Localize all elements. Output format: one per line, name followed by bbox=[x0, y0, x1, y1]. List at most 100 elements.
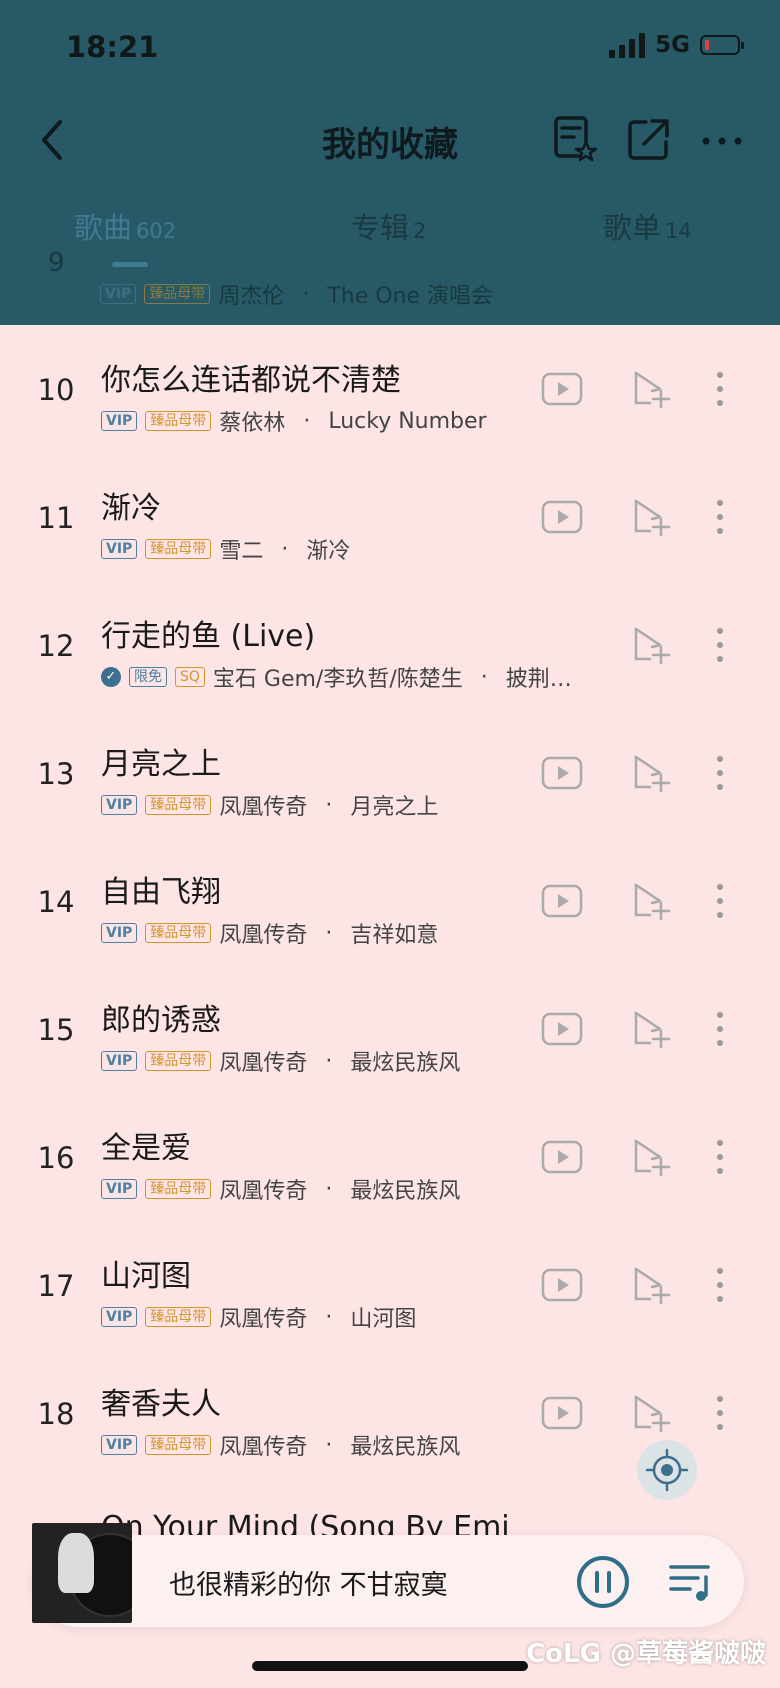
home-indicator[interactable] bbox=[252, 1661, 528, 1671]
sq-badge: SQ bbox=[175, 667, 205, 687]
song-meta: VIP 臻品母带 蔡依林 · Lucky Number bbox=[101, 405, 487, 437]
master-badge: 臻品母带 bbox=[145, 411, 212, 431]
song-album: 披荆… bbox=[505, 667, 572, 692]
more-vertical-icon[interactable] bbox=[702, 369, 738, 409]
song-row[interactable]: 10 你怎么连话都说不清楚 VIP 臻品母带 蔡依林 · Lucky Numbe… bbox=[0, 325, 780, 453]
song-title: 行走的鱼 (Live) bbox=[101, 619, 316, 654]
master-badge: 臻品母带 bbox=[145, 923, 212, 943]
add-to-playlist-icon[interactable] bbox=[630, 1265, 674, 1305]
song-album: 吉祥如意 bbox=[350, 923, 439, 948]
tab-playlists[interactable]: 歌单 14 bbox=[603, 205, 692, 247]
song-meta: VIP 臻品母带 凤凰传奇 · 最炫民族风 bbox=[101, 1045, 460, 1077]
song-title: 全是爱 bbox=[101, 1131, 191, 1166]
song-row[interactable]: 14 自由飞翔 VIP 臻品母带 凤凰传奇 · 吉祥如意 bbox=[0, 837, 780, 965]
add-to-playlist-icon[interactable] bbox=[630, 753, 674, 793]
song-meta: VIP 臻品母带 凤凰传奇 · 月亮之上 bbox=[101, 789, 438, 821]
song-row[interactable]: 13 月亮之上 VIP 臻品母带 凤凰传奇 · 月亮之上 bbox=[0, 709, 780, 837]
song-album: 渐冷 bbox=[306, 539, 351, 564]
song-index: 10 bbox=[37, 373, 75, 407]
more-vertical-icon[interactable] bbox=[702, 1265, 738, 1305]
master-badge: 臻品母带 bbox=[145, 539, 212, 559]
more-horizontal-icon[interactable] bbox=[696, 112, 750, 166]
play-video-icon[interactable] bbox=[540, 1009, 584, 1049]
more-vertical-icon[interactable] bbox=[702, 1393, 738, 1433]
song-row[interactable]: 11 渐冷 VIP 臻品母带 雪二 · 渐冷 bbox=[0, 453, 780, 581]
now-playing-title: 也很精彩的你 不甘寂寞 bbox=[169, 1570, 448, 1601]
vip-badge: VIP bbox=[101, 1051, 138, 1071]
song-index: 17 bbox=[37, 1269, 75, 1303]
play-video-icon[interactable] bbox=[540, 881, 584, 921]
check-icon: ✓ bbox=[101, 667, 121, 687]
more-vertical-icon[interactable] bbox=[702, 753, 738, 793]
song-meta: VIP 臻品母带 雪二 · 渐冷 bbox=[101, 533, 350, 565]
playlist-star-icon[interactable] bbox=[548, 112, 602, 166]
add-to-playlist-icon[interactable] bbox=[630, 1009, 674, 1049]
play-video-icon[interactable] bbox=[540, 1265, 584, 1305]
song-meta: VIP 臻品母带 凤凰传奇 · 最炫民族风 bbox=[101, 1429, 460, 1461]
play-video-icon[interactable] bbox=[540, 369, 584, 409]
play-video-icon[interactable] bbox=[540, 1137, 584, 1177]
share-icon[interactable] bbox=[622, 112, 676, 166]
tab-songs[interactable]: 歌曲 602 bbox=[74, 205, 176, 247]
queue-icon[interactable] bbox=[668, 1559, 714, 1603]
song-artist: 雪二 bbox=[219, 539, 264, 564]
song-album: 最炫民族风 bbox=[350, 1051, 461, 1076]
song-meta: VIP 臻品母带 凤凰传奇 · 最炫民族风 bbox=[101, 1173, 460, 1205]
song-index: 14 bbox=[37, 885, 75, 919]
song-row[interactable]: 12 行走的鱼 (Live) ✓ 限免 SQ 宝石 Gem/李玖哲/陈楚生 · … bbox=[0, 581, 780, 709]
master-badge: 臻品母带 bbox=[145, 1051, 212, 1071]
song-artist: 凤凰传奇 bbox=[219, 1051, 308, 1076]
song-album: 最炫民族风 bbox=[350, 1179, 461, 1204]
add-to-playlist-icon[interactable] bbox=[630, 369, 674, 409]
play-video-icon[interactable] bbox=[540, 1393, 584, 1433]
song-index: 16 bbox=[37, 1141, 75, 1175]
song-index: 15 bbox=[37, 1013, 75, 1047]
battery-icon bbox=[700, 35, 744, 55]
song-meta: ✓ 限免 SQ 宝石 Gem/李玖哲/陈楚生 · 披荆… bbox=[101, 661, 572, 693]
status-time: 18:21 bbox=[66, 30, 159, 64]
song-row[interactable]: 17 山河图 VIP 臻品母带 凤凰传奇 · 山河图 bbox=[0, 1221, 780, 1349]
song-artist: 凤凰传奇 bbox=[219, 1179, 308, 1204]
more-vertical-icon[interactable] bbox=[702, 881, 738, 921]
vip-badge: VIP bbox=[101, 923, 138, 943]
vip-badge: VIP bbox=[101, 1307, 138, 1327]
song-title: 自由飞翔 bbox=[101, 875, 221, 910]
song-index: 13 bbox=[37, 757, 75, 791]
mini-player[interactable]: 也很精彩的你 不甘寂寞 bbox=[32, 1523, 744, 1627]
free-badge: 限免 bbox=[129, 667, 167, 687]
song-row-partial[interactable]: 9 VIP 臻品母带 周杰伦 · The One 演唱会 bbox=[0, 248, 780, 310]
add-to-playlist-icon[interactable] bbox=[630, 1393, 674, 1433]
play-video-icon[interactable] bbox=[540, 497, 584, 537]
vip-badge: VIP bbox=[101, 1179, 138, 1199]
vip-badge: VIP bbox=[101, 539, 138, 559]
more-vertical-icon[interactable] bbox=[702, 1137, 738, 1177]
song-artist: 凤凰传奇 bbox=[219, 923, 308, 948]
song-title: 月亮之上 bbox=[101, 747, 221, 782]
play-video-icon[interactable] bbox=[540, 753, 584, 793]
song-list: 10 你怎么连话都说不清楚 VIP 臻品母带 蔡依林 · Lucky Numbe… bbox=[0, 325, 780, 1525]
more-vertical-icon[interactable] bbox=[702, 497, 738, 537]
song-album: 最炫民族风 bbox=[350, 1435, 461, 1460]
add-to-playlist-icon[interactable] bbox=[630, 625, 674, 665]
song-row[interactable]: 15 郎的诱惑 VIP 臻品母带 凤凰传奇 · 最炫民族风 bbox=[0, 965, 780, 1093]
locate-icon[interactable] bbox=[637, 1440, 697, 1500]
song-title: 山河图 bbox=[101, 1259, 191, 1294]
add-to-playlist-icon[interactable] bbox=[630, 497, 674, 537]
album-cover[interactable] bbox=[32, 1523, 132, 1623]
song-album: 山河图 bbox=[350, 1307, 417, 1332]
nav-bar: 我的收藏 bbox=[0, 100, 780, 180]
song-artist: 宝石 Gem/李玖哲/陈楚生 bbox=[212, 667, 463, 692]
network-type: 5G bbox=[655, 32, 690, 58]
watermark: CoLG @草莓酱啵啵 bbox=[526, 1639, 766, 1669]
add-to-playlist-icon[interactable] bbox=[630, 881, 674, 921]
pause-icon[interactable] bbox=[576, 1555, 630, 1609]
song-meta: VIP 臻品母带 凤凰传奇 · 吉祥如意 bbox=[101, 917, 438, 949]
song-row[interactable]: 16 全是爱 VIP 臻品母带 凤凰传奇 · 最炫民族风 bbox=[0, 1093, 780, 1221]
song-artist: 凤凰传奇 bbox=[219, 1435, 308, 1460]
master-badge: 臻品母带 bbox=[145, 1307, 212, 1327]
more-vertical-icon[interactable] bbox=[702, 625, 738, 665]
more-vertical-icon[interactable] bbox=[702, 1009, 738, 1049]
tab-albums[interactable]: 专辑 2 bbox=[351, 205, 426, 247]
add-to-playlist-icon[interactable] bbox=[630, 1137, 674, 1177]
header: 18:21 5G 我的收藏 歌曲 602 专辑 2 歌单 14 9 VIP 臻品… bbox=[0, 0, 780, 325]
